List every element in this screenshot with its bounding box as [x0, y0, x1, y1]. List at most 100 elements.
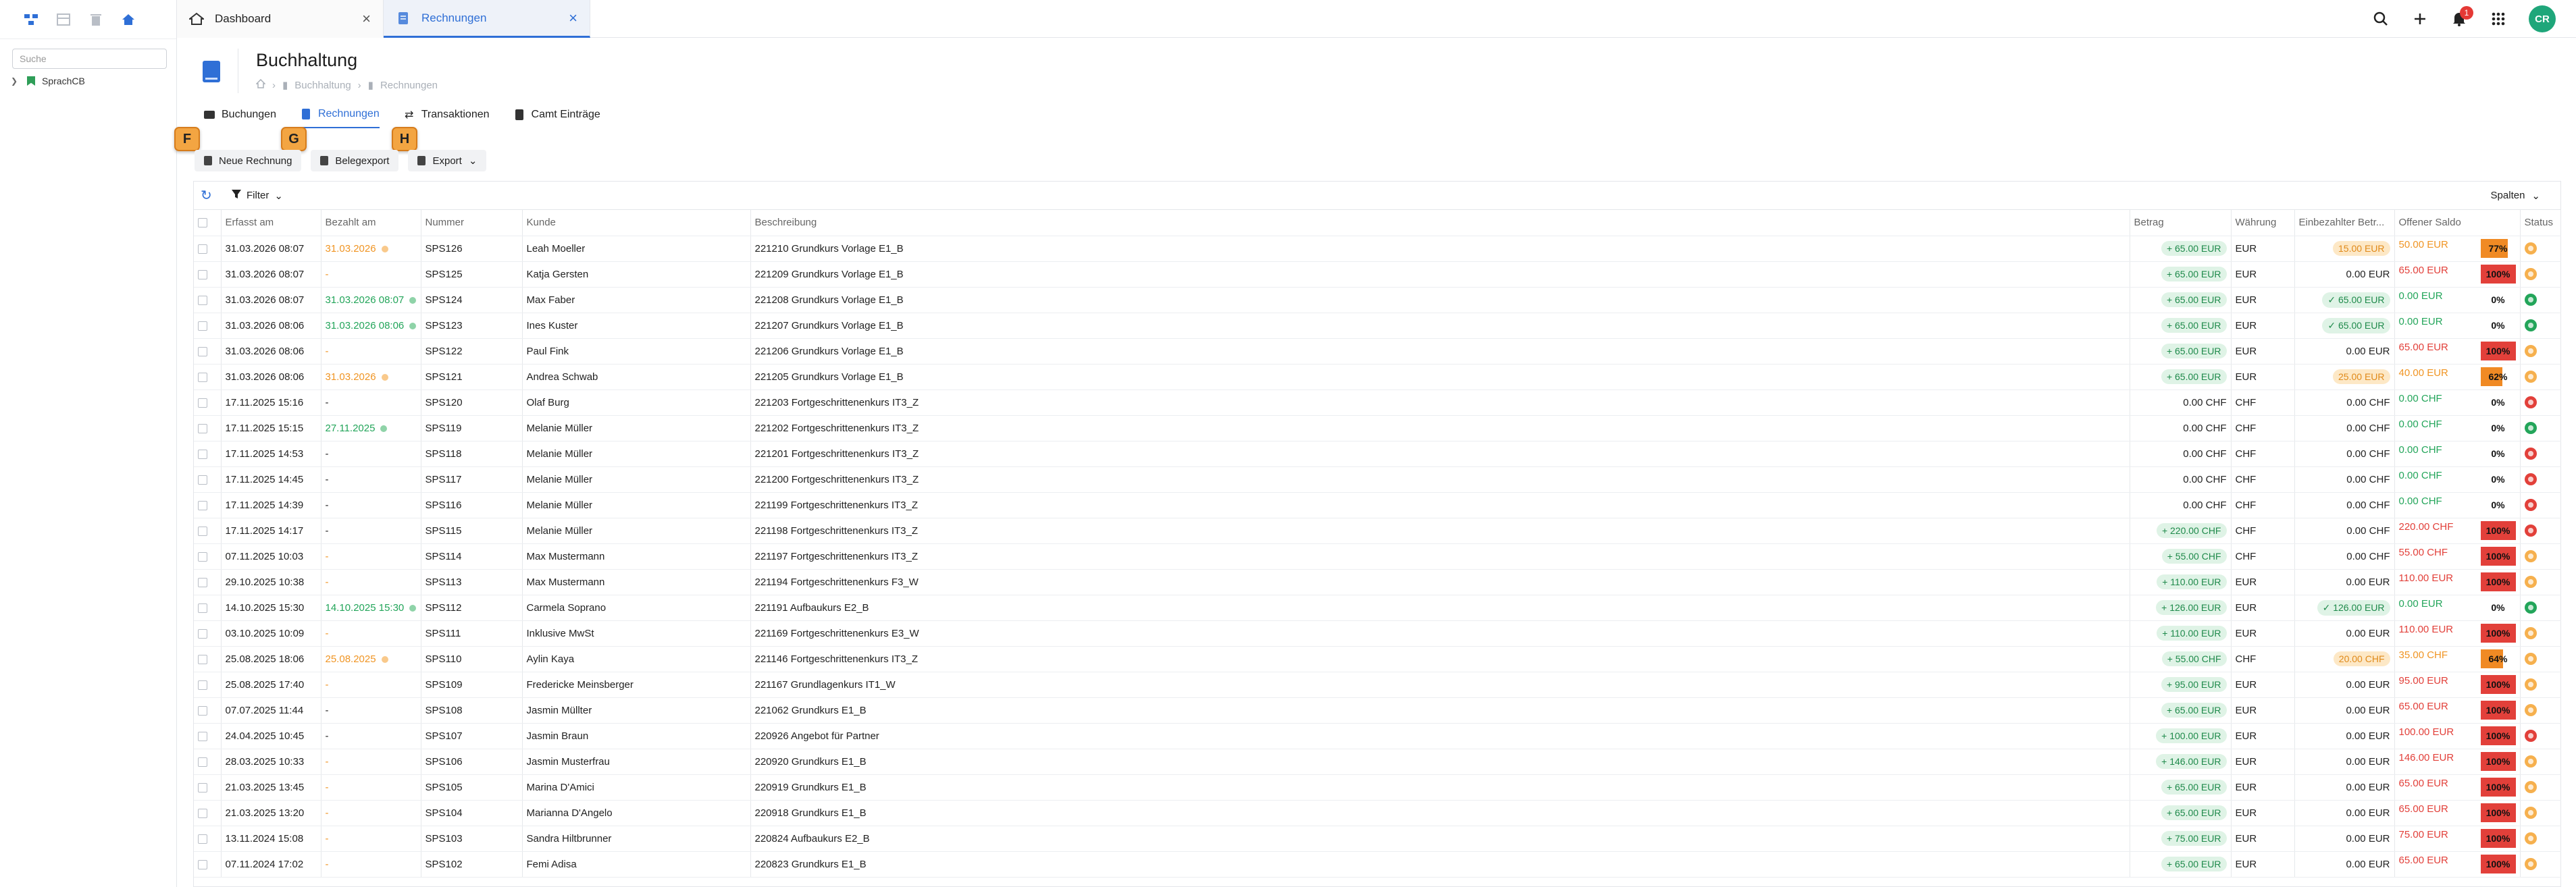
table-row[interactable]: 31.03.2026 08:07- SPS125 Katja Gersten 2212…: [194, 261, 2561, 288]
tab-camt-eintraege[interactable]: Camt Einträge: [514, 108, 600, 128]
table-row[interactable]: 07.07.2025 11:44- SPS108 Jasmin Müllter 221…: [194, 697, 2561, 724]
table-row[interactable]: 17.11.2025 14:39- SPS116 Melanie Müller 221…: [194, 492, 2561, 518]
row-checkbox[interactable]: [194, 646, 222, 672]
close-icon[interactable]: ×: [569, 9, 577, 27]
row-checkbox[interactable]: [194, 313, 222, 339]
row-checkbox[interactable]: [194, 826, 222, 852]
table-row[interactable]: 07.11.2024 17:02- SPS102 Femi Adisa 220823 …: [194, 851, 2561, 878]
column-header[interactable]: Nummer: [421, 210, 523, 236]
row-checkbox[interactable]: [194, 697, 222, 724]
cell-status: [2520, 543, 2561, 570]
cell-einbezahlt: 0.00 CHF: [2294, 518, 2395, 544]
apps-grid-icon[interactable]: [2490, 10, 2507, 28]
tab-transaktionen[interactable]: ⇄ Transaktionen: [404, 108, 490, 128]
cell-beschreibung: 221206 Grundkurs Vorlage E1_B: [750, 338, 2130, 365]
table-row[interactable]: 31.03.2026 08:06- SPS122 Paul Fink 221206 G…: [194, 338, 2561, 365]
row-checkbox[interactable]: [194, 261, 222, 288]
row-checkbox[interactable]: [194, 338, 222, 365]
table-row[interactable]: 31.03.2026 08:06 31.03.2026 SPS121 Andrea S…: [194, 364, 2561, 390]
paid-date: 27.11.2025: [325, 422, 376, 434]
table-row[interactable]: 28.03.2025 10:33- SPS106 Jasmin Musterfrau…: [194, 749, 2561, 775]
chevron-right-icon[interactable]: ❯: [11, 76, 20, 86]
home-icon[interactable]: [255, 78, 266, 91]
column-header[interactable]: Offener Saldo: [2394, 210, 2521, 236]
row-checkbox[interactable]: [194, 851, 222, 878]
table-row[interactable]: 24.04.2025 10:45- SPS107 Jasmin Braun 22092…: [194, 723, 2561, 749]
bell-icon[interactable]: 1: [2450, 6, 2473, 28]
tab-dashboard[interactable]: Dashboard ×: [177, 0, 384, 38]
table-row[interactable]: 31.03.2026 08:07 31.03.2026 SPS126 Leah Moe…: [194, 236, 2561, 262]
paid-amount-value: 15.00 EUR: [2333, 241, 2390, 256]
home-icon[interactable]: [120, 11, 136, 28]
tree-view-icon[interactable]: [23, 11, 39, 28]
user-avatar[interactable]: CR: [2529, 5, 2556, 32]
row-checkbox[interactable]: [194, 569, 222, 595]
row-checkbox[interactable]: [194, 441, 222, 467]
row-checkbox[interactable]: [194, 236, 222, 262]
new-invoice-button[interactable]: Neue Rechnung: [195, 150, 302, 171]
tab-rechnungen-section[interactable]: Rechnungen: [300, 108, 380, 128]
column-header[interactable]: Beschreibung: [750, 210, 2130, 236]
row-checkbox[interactable]: [194, 466, 222, 493]
filter-button[interactable]: Filter ⌄: [232, 189, 283, 202]
column-header[interactable]: Status: [2520, 210, 2561, 236]
row-checkbox[interactable]: [194, 364, 222, 390]
row-checkbox[interactable]: [194, 774, 222, 801]
tab-rechnungen[interactable]: Rechnungen ×: [384, 0, 590, 38]
columns-button[interactable]: Spalten ⌄: [2491, 190, 2540, 202]
tree-item-sprachcb[interactable]: ❯ SprachCB: [11, 76, 176, 86]
table-row[interactable]: 31.03.2026 08:07 31.03.2026 08:07 SPS124 Ma…: [194, 287, 2561, 313]
row-checkbox[interactable]: [194, 800, 222, 826]
row-checkbox[interactable]: [194, 749, 222, 775]
table-row[interactable]: 17.11.2025 14:45- SPS117 Melanie Müller 221…: [194, 466, 2561, 493]
table-row[interactable]: 29.10.2025 10:38- SPS113 Max Mustermann 221…: [194, 569, 2561, 595]
column-header[interactable]: Betrag: [2130, 210, 2232, 236]
refresh-icon[interactable]: ↻: [201, 187, 217, 204]
breadcrumb-item[interactable]: Buchhaltung: [294, 80, 351, 91]
column-header[interactable]: Einbezahlter Betr...: [2294, 210, 2395, 236]
column-header[interactable]: Währung: [2231, 210, 2295, 236]
open-percent-bar: 64%: [2480, 649, 2516, 668]
row-checkbox[interactable]: [194, 543, 222, 570]
column-header[interactable]: Erfasst am: [221, 210, 321, 236]
table-row[interactable]: 21.03.2025 13:20- SPS104 Marianna D'Angelo…: [194, 800, 2561, 826]
table-row[interactable]: 07.11.2025 10:03- SPS114 Max Mustermann 221…: [194, 543, 2561, 570]
paid-amount-value: 0.00 EUR: [2346, 704, 2390, 716]
sidebar-search-input[interactable]: Suche: [12, 49, 167, 69]
table-row[interactable]: 14.10.2025 15:30 14.10.2025 15:30 SPS112 Ca…: [194, 595, 2561, 621]
close-icon[interactable]: ×: [362, 10, 371, 28]
trash-icon[interactable]: [88, 11, 104, 28]
search-icon[interactable]: [2372, 10, 2390, 28]
table-row[interactable]: 25.08.2025 18:06 25.08.2025 SPS110 Aylin Ka…: [194, 646, 2561, 672]
table-row[interactable]: 03.10.2025 10:09- SPS111 Inklusive MwSt 221…: [194, 620, 2561, 647]
table-row[interactable]: 31.03.2026 08:06 31.03.2026 08:06 SPS123 In…: [194, 313, 2561, 339]
table-row[interactable]: 17.11.2025 14:53- SPS118 Melanie Müller 221…: [194, 441, 2561, 467]
table-view-icon[interactable]: [55, 11, 72, 28]
table-row[interactable]: 17.11.2025 14:17- SPS115 Melanie Müller 221…: [194, 518, 2561, 544]
column-header[interactable]: Kunde: [522, 210, 751, 236]
cell-einbezahlt: 20.00 CHF: [2294, 646, 2395, 672]
row-checkbox[interactable]: [194, 389, 222, 416]
tab-buchungen[interactable]: Buchungen: [204, 108, 276, 128]
row-checkbox[interactable]: [194, 595, 222, 621]
amount-value: 0.00 CHF: [2183, 422, 2227, 434]
cell-status: [2520, 441, 2561, 467]
export-dropdown-button[interactable]: Export ⌄: [408, 150, 487, 171]
select-all-checkbox[interactable]: [194, 210, 222, 236]
row-checkbox[interactable]: [194, 492, 222, 518]
column-header[interactable]: Bezahlt am: [321, 210, 421, 236]
table-row[interactable]: 17.11.2025 15:16- SPS120 Olaf Burg 221203 F…: [194, 389, 2561, 416]
row-checkbox[interactable]: [194, 415, 222, 441]
paid-dot-icon: [380, 425, 388, 432]
table-row[interactable]: 21.03.2025 13:45- SPS105 Marina D'Amici 220…: [194, 774, 2561, 801]
row-checkbox[interactable]: [194, 723, 222, 749]
row-checkbox[interactable]: [194, 620, 222, 647]
export-receipts-button[interactable]: Belegexport: [311, 150, 399, 171]
table-row[interactable]: 25.08.2025 17:40- SPS109 Fredericke Meinsb…: [194, 672, 2561, 698]
row-checkbox[interactable]: [194, 518, 222, 544]
row-checkbox[interactable]: [194, 672, 222, 698]
table-row[interactable]: 17.11.2025 15:15 27.11.2025 SPS119 Melanie …: [194, 415, 2561, 441]
table-row[interactable]: 13.11.2024 15:08- SPS103 Sandra Hiltbrunne…: [194, 826, 2561, 852]
plus-icon[interactable]: [2411, 10, 2429, 28]
row-checkbox[interactable]: [194, 287, 222, 313]
